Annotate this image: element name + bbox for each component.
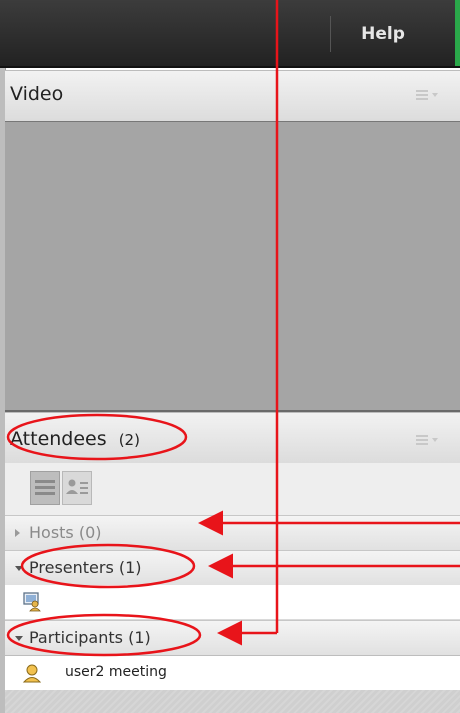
attendee-view-bar [5,463,460,516]
pod-options-icon[interactable] [416,431,446,451]
group-participants-label: Participants (1) [29,628,151,647]
attendees-pod-title: Attendees (2) [10,428,140,450]
help-menu[interactable]: Help [343,20,423,48]
group-participants[interactable]: Participants (1) [5,620,460,656]
expand-arrow-icon [15,529,20,537]
video-pod-title: Video [10,83,64,105]
video-area [5,121,460,413]
person-view-icon[interactable] [62,471,92,505]
collapse-arrow-icon [15,636,23,641]
group-hosts-label: Hosts (0) [29,523,102,542]
participant-name: user2 meeting [65,664,167,680]
participant-row[interactable]: user2 meeting [5,656,460,691]
collapse-arrow-icon [15,566,23,571]
group-hosts[interactable]: Hosts (0) [5,515,460,551]
menu-bar: Help [0,0,460,68]
attendees-title-text: Attendees [10,428,107,450]
presenter-row[interactable] [5,585,460,620]
group-presenters-label: Presenters (1) [29,558,142,577]
attendees-count: (2) [118,431,140,449]
attendees-pod-header: Attendees (2) [5,412,460,464]
video-pod-header: Video [5,70,460,122]
presenter-icon [23,592,41,612]
list-view-icon[interactable] [30,471,60,505]
status-edge [455,0,460,66]
group-presenters[interactable]: Presenters (1) [5,550,460,586]
pod-footer [5,690,460,713]
pod-options-icon[interactable] [416,86,446,106]
menu-divider [330,16,331,52]
user-icon [22,664,42,683]
